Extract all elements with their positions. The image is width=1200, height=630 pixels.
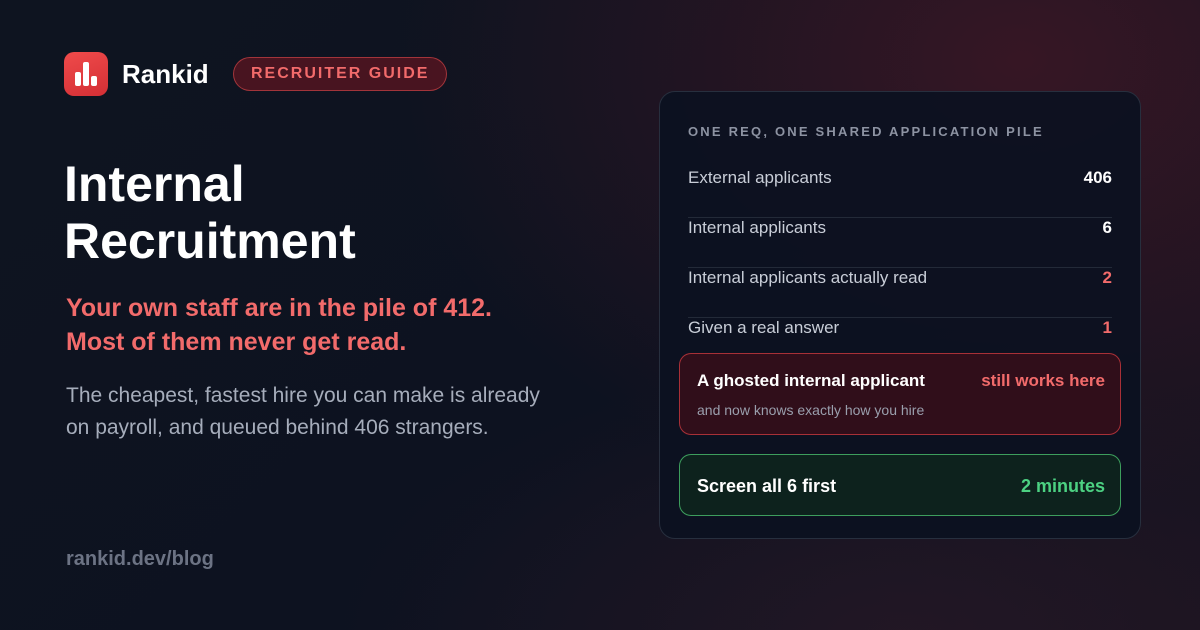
- description-line: The cheapest, fastest hire you can make …: [66, 384, 540, 407]
- stat-value: 6: [1102, 218, 1112, 237]
- stat-row-internal-read: Internal applicants actually read 2: [688, 268, 1112, 318]
- stat-value: 406: [1083, 168, 1112, 187]
- screen-first-callout: Screen all 6 first 2 minutes: [679, 454, 1121, 516]
- stat-value: 1: [1102, 318, 1112, 337]
- stat-label: Internal applicants: [688, 218, 826, 237]
- title-line: Internal: [64, 156, 245, 212]
- brand-name: Rankid: [122, 59, 209, 89]
- callout-tag: still works here: [981, 371, 1105, 390]
- stat-value: 2: [1102, 268, 1112, 287]
- callout-subtitle: and now knows exactly how you hire: [697, 402, 925, 418]
- stats-card: ONE REQ, ONE SHARED APPLICATION PILE Ext…: [659, 91, 1141, 539]
- cta-time: 2 minutes: [1020, 476, 1105, 496]
- bar-chart-icon: [64, 52, 108, 96]
- card-heading: ONE REQ, ONE SHARED APPLICATION PILE: [688, 124, 1044, 139]
- tagline: Your own staff are in the pile of 412. M…: [66, 291, 606, 359]
- logo-bar: [83, 62, 89, 86]
- stat-label: Given a real answer: [688, 318, 840, 337]
- ghosted-applicant-callout: A ghosted internal applicant still works…: [679, 353, 1121, 435]
- description-line: on payroll, and queued behind 406 strang…: [66, 416, 489, 439]
- stat-label: External applicants: [688, 168, 832, 187]
- logo-bar: [75, 72, 81, 86]
- stat-row-internal: Internal applicants 6: [688, 218, 1112, 268]
- tagline-line: Most of them never get read.: [66, 328, 407, 356]
- stat-row-external: External applicants 406: [688, 168, 1112, 218]
- description: The cheapest, fastest hire you can make …: [66, 380, 606, 444]
- callout-title: A ghosted internal applicant: [697, 371, 925, 390]
- stat-label: Internal applicants actually read: [688, 268, 928, 287]
- category-badge: RECRUITER GUIDE: [233, 57, 448, 91]
- logo-bar: [91, 76, 97, 86]
- title-line: Recruitment: [64, 213, 356, 269]
- cta-label: Screen all 6 first: [697, 476, 837, 496]
- tagline-line: Your own staff are in the pile of 412.: [66, 294, 493, 322]
- page-title: Internal Recruitment: [64, 156, 584, 270]
- blog-link[interactable]: rankid.dev/blog: [66, 545, 214, 573]
